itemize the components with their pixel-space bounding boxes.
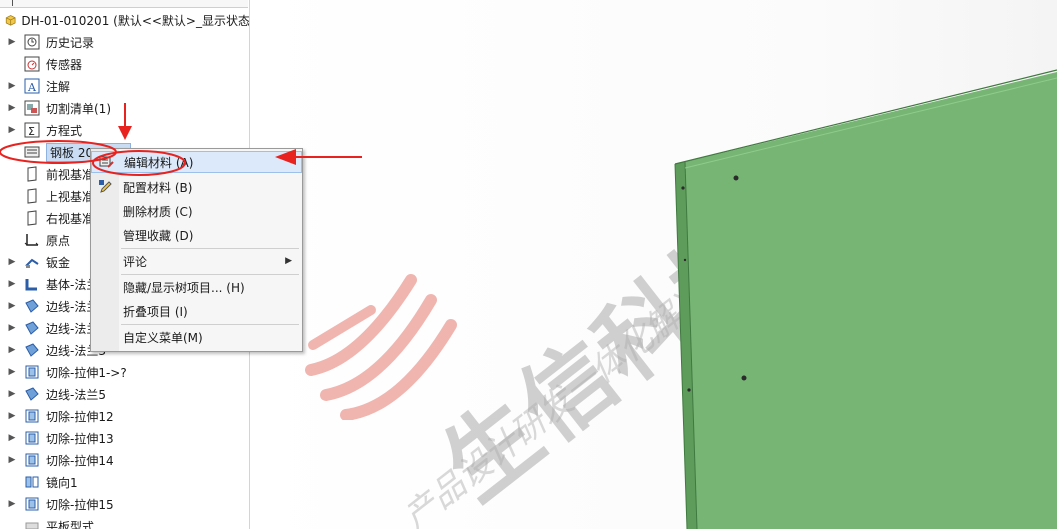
tree-item-label: 传感器 [46, 57, 83, 72]
tree-item[interactable]: 镜向1 [0, 471, 249, 493]
expand-arrow-icon[interactable]: ▶ [6, 411, 18, 421]
graphics-viewport[interactable]: 生信科技 产品设计研发一体化解决方案 [251, 0, 1057, 529]
tree-item-label: 方程式 [46, 123, 83, 138]
edge-flange-icon [23, 319, 41, 337]
menu-item-label: 评论 [123, 254, 148, 269]
mirror-icon [23, 473, 41, 491]
sheet-metal-icon [23, 253, 41, 271]
menu-item[interactable]: 折叠项目 (I) [91, 300, 302, 322]
menu-item-label: 管理收藏 (D) [123, 228, 194, 243]
part-icon [5, 15, 16, 26]
tree-item-label: 镜向1 [46, 475, 78, 490]
expand-arrow-icon[interactable]: ▶ [6, 125, 18, 135]
tree-item[interactable]: ▶ 边线-法兰5 [0, 383, 249, 405]
edge-flange-icon [23, 385, 41, 403]
menu-separator [121, 274, 299, 275]
tree-item[interactable]: ▶ 切除-拉伸12 [0, 405, 249, 427]
menu-item-label: 折叠项目 (I) [123, 304, 188, 319]
pencil-icon [97, 178, 115, 196]
tree-item[interactable]: ▶ 切除-拉伸13 [0, 427, 249, 449]
menu-item[interactable]: 隐藏/显示树项目... (H) [91, 276, 302, 298]
tree-item[interactable]: ▶ 切割清单(1) [0, 97, 249, 119]
origin-icon [23, 231, 41, 249]
svg-text:A: A [27, 81, 37, 94]
tree-item-label: 钣金 [46, 255, 71, 270]
svg-text:Σ: Σ [28, 125, 35, 138]
cut-extrude-icon [23, 363, 41, 381]
menu-item[interactable]: 评论 ▶ [91, 250, 302, 272]
sheet-metal-part[interactable] [671, 60, 1057, 529]
plane-icon [23, 165, 41, 183]
tree-item-label: 切除-拉伸12 [46, 409, 114, 424]
tree-item[interactable]: ▶ 历史记录 [0, 31, 249, 53]
tree-item-label: 切除-拉伸13 [46, 431, 114, 446]
expand-arrow-icon[interactable]: ▶ [6, 81, 18, 91]
tree-item-label: 切除-拉伸1->? [46, 365, 127, 380]
menu-item[interactable]: 编辑材料 (A) [91, 151, 302, 173]
cut-extrude-icon [23, 407, 41, 425]
filter-bar-tick [12, 0, 13, 6]
menu-separator [121, 324, 299, 325]
tree-item-label: 切割清单(1) [46, 101, 111, 116]
menu-item[interactable]: 配置材料 (B) [91, 176, 302, 198]
menu-item-label: 编辑材料 (A) [124, 155, 194, 170]
tree-item[interactable]: 传感器 [0, 53, 249, 75]
material-icon [23, 143, 41, 161]
annotation-icon: A [23, 77, 41, 95]
tree-item-label: 原点 [46, 233, 71, 248]
edge-flange-icon [23, 297, 41, 315]
expand-arrow-icon[interactable]: ▶ [6, 37, 18, 47]
tree-item[interactable]: ▶ 切除-拉伸1->? [0, 361, 249, 383]
edge-flange-icon [23, 341, 41, 359]
history-icon [23, 33, 41, 51]
menu-item[interactable]: 删除材质 (C) [91, 200, 302, 222]
part-name: DH-01-010201 (默认<<默认>_显示状态 [21, 13, 250, 28]
menu-item[interactable]: 自定义菜单(M) [91, 326, 302, 348]
expand-arrow-icon[interactable]: ▶ [6, 455, 18, 465]
submenu-arrow-icon: ▶ [285, 256, 292, 266]
tree-item-label: 切除-拉伸14 [46, 453, 114, 468]
tree-item-label: 平板型式 [46, 519, 95, 529]
menu-item[interactable]: 管理收藏 (D) [91, 224, 302, 246]
tree-item-label: 注解 [46, 79, 71, 94]
expand-arrow-icon[interactable]: ▶ [6, 389, 18, 399]
cut-list-icon [23, 99, 41, 117]
tree-filter-bar[interactable] [0, 0, 248, 8]
tree-item[interactable]: 平板型式 [0, 515, 249, 529]
tree-item[interactable]: ▶ Σ 方程式 [0, 119, 249, 141]
edit-material-icon [98, 153, 116, 171]
cut-extrude-icon [23, 495, 41, 513]
sensor-icon [23, 55, 41, 73]
equation-icon: Σ [23, 121, 41, 139]
expand-arrow-icon[interactable]: ▶ [6, 103, 18, 113]
tree-root-part[interactable]: DH-01-010201 (默认<<默认>_显示状态 [0, 10, 250, 30]
expand-arrow-icon[interactable]: ▶ [6, 301, 18, 311]
cut-extrude-icon [23, 429, 41, 447]
expand-arrow-icon[interactable]: ▶ [6, 499, 18, 509]
plane-icon [23, 187, 41, 205]
flat-pattern-icon [23, 517, 41, 529]
expand-arrow-icon[interactable]: ▶ [6, 323, 18, 333]
menu-separator [121, 248, 299, 249]
expand-arrow-icon[interactable]: ▶ [6, 257, 18, 267]
context-menu: 编辑材料 (A) 配置材料 (B) 删除材质 (C) 管理收藏 (D) 评论 ▶ 隐藏/显示… [90, 148, 303, 352]
plane-icon [23, 209, 41, 227]
menu-item-label: 自定义菜单(M) [123, 330, 203, 345]
expand-arrow-icon[interactable]: ▶ [6, 279, 18, 289]
tree-item-label: 历史记录 [46, 35, 95, 50]
base-flange-icon [23, 275, 41, 293]
menu-item-label: 删除材质 (C) [123, 204, 193, 219]
menu-item-label: 隐藏/显示树项目... (H) [123, 280, 245, 295]
expand-arrow-icon[interactable]: ▶ [6, 345, 18, 355]
expand-arrow-icon[interactable]: ▶ [6, 367, 18, 377]
cut-extrude-icon [23, 451, 41, 469]
tree-item[interactable]: ▶ A 注解 [0, 75, 249, 97]
watermark-logo-icon [305, 274, 457, 420]
tree-item-label: 边线-法兰5 [46, 387, 106, 402]
menu-item-label: 配置材料 (B) [123, 180, 193, 195]
tree-item-label: 切除-拉伸15 [46, 497, 114, 512]
tree-item[interactable]: ▶ 切除-拉伸14 [0, 449, 249, 471]
expand-arrow-icon[interactable]: ▶ [6, 433, 18, 443]
tree-item[interactable]: ▶ 切除-拉伸15 [0, 493, 249, 515]
